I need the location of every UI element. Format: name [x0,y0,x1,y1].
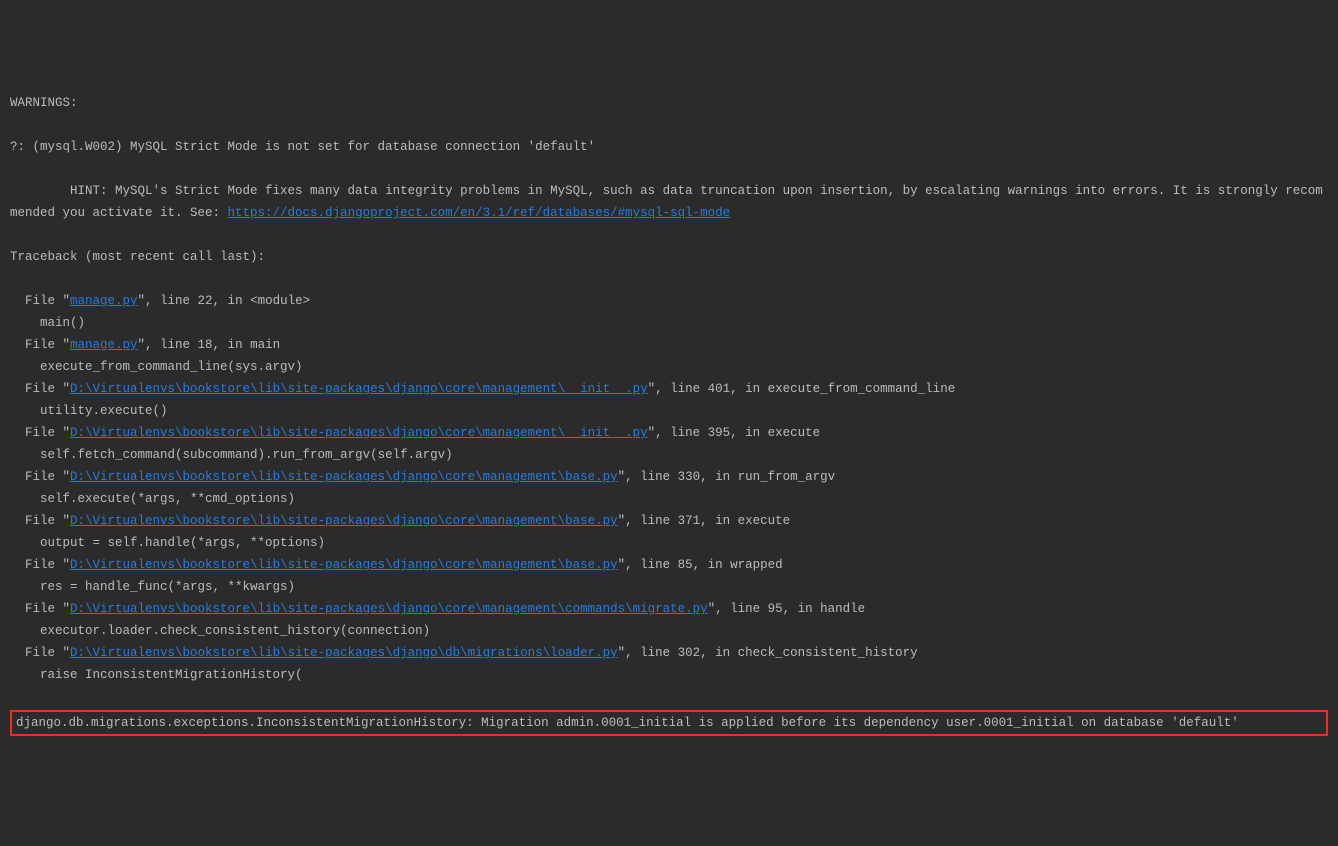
file-prefix: File " [10,558,70,572]
traceback-frames: File "manage.py", line 22, in <module> m… [10,290,1328,686]
file-suffix: ", line 302, in check_consistent_history [618,646,918,660]
file-suffix: ", line 18, in main [138,338,281,352]
file-prefix: File " [10,514,70,528]
traceback-file-line: File "D:\Virtualenvs\bookstore\lib\site-… [10,598,1328,620]
hint-line: HINT: MySQL's Strict Mode fixes many dat… [10,180,1328,224]
file-prefix: File " [10,382,70,396]
file-path-link[interactable]: manage.py [70,338,138,352]
file-prefix: File " [10,294,70,308]
traceback-code-line: main() [10,312,1328,334]
traceback-code-line: raise InconsistentMigrationHistory( [10,664,1328,686]
file-path-link[interactable]: D:\Virtualenvs\bookstore\lib\site-packag… [70,602,708,616]
file-path-link[interactable]: D:\Virtualenvs\bookstore\lib\site-packag… [70,646,618,660]
file-path-link[interactable]: D:\Virtualenvs\bookstore\lib\site-packag… [70,558,618,572]
traceback-code-line: utility.execute() [10,400,1328,422]
warnings-header: WARNINGS: [10,92,1328,114]
warning-mysql: ?: (mysql.W002) MySQL Strict Mode is not… [10,136,1328,158]
traceback-file-line: File "D:\Virtualenvs\bookstore\lib\site-… [10,642,1328,664]
traceback-code-line: output = self.handle(*args, **options) [10,532,1328,554]
traceback-file-line: File "D:\Virtualenvs\bookstore\lib\site-… [10,422,1328,444]
traceback-file-line: File "manage.py", line 18, in main [10,334,1328,356]
traceback-code-line: self.execute(*args, **cmd_options) [10,488,1328,510]
file-path-link[interactable]: D:\Virtualenvs\bookstore\lib\site-packag… [70,514,618,528]
traceback-header: Traceback (most recent call last): [10,246,1328,268]
traceback-code-line: executor.loader.check_consistent_history… [10,620,1328,642]
traceback-file-line: File "D:\Virtualenvs\bookstore\lib\site-… [10,554,1328,576]
file-prefix: File " [10,426,70,440]
file-suffix: ", line 22, in <module> [138,294,311,308]
traceback-file-line: File "D:\Virtualenvs\bookstore\lib\site-… [10,466,1328,488]
file-suffix: ", line 85, in wrapped [618,558,783,572]
file-suffix: ", line 395, in execute [648,426,821,440]
file-path-link[interactable]: D:\Virtualenvs\bookstore\lib\site-packag… [70,382,648,396]
traceback-file-line: File "D:\Virtualenvs\bookstore\lib\site-… [10,510,1328,532]
file-prefix: File " [10,602,70,616]
file-suffix: ", line 401, in execute_from_command_lin… [648,382,956,396]
file-suffix: ", line 95, in handle [708,602,866,616]
file-suffix: ", line 330, in run_from_argv [618,470,836,484]
file-prefix: File " [10,470,70,484]
file-prefix: File " [10,646,70,660]
traceback-code-line: self.fetch_command(subcommand).run_from_… [10,444,1328,466]
traceback-file-line: File "manage.py", line 22, in <module> [10,290,1328,312]
file-suffix: ", line 371, in execute [618,514,791,528]
error-message: django.db.migrations.exceptions.Inconsis… [16,716,1239,730]
file-path-link[interactable]: D:\Virtualenvs\bookstore\lib\site-packag… [70,426,648,440]
traceback-code-line: execute_from_command_line(sys.argv) [10,356,1328,378]
file-path-link[interactable]: D:\Virtualenvs\bookstore\lib\site-packag… [70,470,618,484]
traceback-file-line: File "D:\Virtualenvs\bookstore\lib\site-… [10,378,1328,400]
traceback-code-line: res = handle_func(*args, **kwargs) [10,576,1328,598]
hint-url-link[interactable]: https://docs.djangoproject.com/en/3.1/re… [228,206,731,220]
file-prefix: File " [10,338,70,352]
file-path-link[interactable]: manage.py [70,294,138,308]
error-highlight-box: django.db.migrations.exceptions.Inconsis… [10,710,1328,736]
